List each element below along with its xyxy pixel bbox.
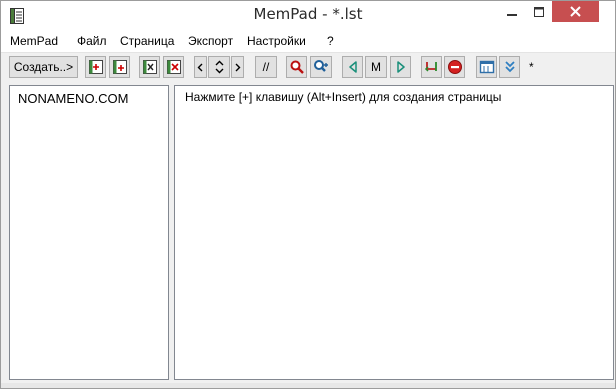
comment-button[interactable]: // [255, 56, 277, 78]
stop-icon [447, 60, 462, 74]
back-icon [348, 61, 357, 73]
editor-pane[interactable]: Нажмите [+] клавишу (Alt+Insert) для соз… [174, 85, 614, 380]
maximize-button[interactable] [526, 1, 552, 22]
add-page-icon [88, 60, 103, 74]
arrow-right-icon [235, 63, 241, 71]
forward-icon [396, 61, 405, 73]
expand-icon [504, 61, 515, 73]
maximize-icon [534, 6, 544, 17]
title-bar[interactable]: MemPad - *.lst [1, 1, 615, 32]
menu-page[interactable]: Страница [120, 34, 174, 48]
menu-help[interactable]: ? [327, 34, 334, 48]
toolbar: Создать..> // M * [1, 53, 615, 83]
window-icon [479, 60, 494, 74]
undo-icon [424, 62, 437, 72]
delete-page-button[interactable] [163, 56, 184, 78]
close-button[interactable] [552, 1, 599, 22]
stop-button[interactable] [444, 56, 465, 78]
find-button[interactable] [286, 56, 307, 78]
page-tree[interactable]: NONAMENO.COM [9, 85, 169, 380]
menu-settings[interactable]: Настройки [247, 34, 306, 48]
add-subpage-icon [112, 60, 127, 74]
menu-mempad[interactable]: MemPad [10, 34, 58, 48]
find-icon [290, 60, 304, 74]
undo-button[interactable] [421, 56, 442, 78]
tree-item[interactable]: NONAMENO.COM [18, 91, 129, 106]
menu-export[interactable]: Экспорт [188, 34, 233, 48]
app-window: MemPad - *.lst MemPad Файл Страница Эксп… [0, 0, 616, 389]
create-button[interactable]: Создать..> [9, 56, 78, 78]
move-left-button[interactable] [194, 56, 207, 78]
find-next-button[interactable] [310, 56, 332, 78]
close-icon [570, 6, 581, 17]
add-page-button[interactable] [85, 56, 106, 78]
move-up-down-button[interactable] [208, 56, 230, 78]
modified-marker: * [529, 60, 534, 74]
move-right-button[interactable] [231, 56, 244, 78]
menu-file[interactable]: Файл [77, 34, 107, 48]
minimize-icon [507, 13, 517, 16]
editor-hint: Нажмите [+] клавишу (Alt+Insert) для соз… [185, 90, 502, 104]
minimize-button[interactable] [498, 1, 526, 22]
content-area: NONAMENO.COM Нажмите [+] клавишу (Alt+In… [1, 83, 615, 383]
window-button[interactable] [476, 56, 497, 78]
expand-button[interactable] [499, 56, 520, 78]
arrow-up-down-icon [215, 60, 223, 74]
find-next-icon [314, 60, 328, 72]
delete-page-icon [166, 60, 181, 74]
forward-button[interactable] [390, 56, 411, 78]
menu-bar: MemPad Файл Страница Экспорт Настройки ? [1, 32, 615, 53]
cut-page-button[interactable] [139, 56, 160, 78]
cut-page-icon [142, 60, 157, 74]
add-subpage-button[interactable] [109, 56, 130, 78]
arrow-left-icon [197, 63, 203, 71]
m-button[interactable]: M [365, 56, 387, 78]
back-button[interactable] [342, 56, 363, 78]
